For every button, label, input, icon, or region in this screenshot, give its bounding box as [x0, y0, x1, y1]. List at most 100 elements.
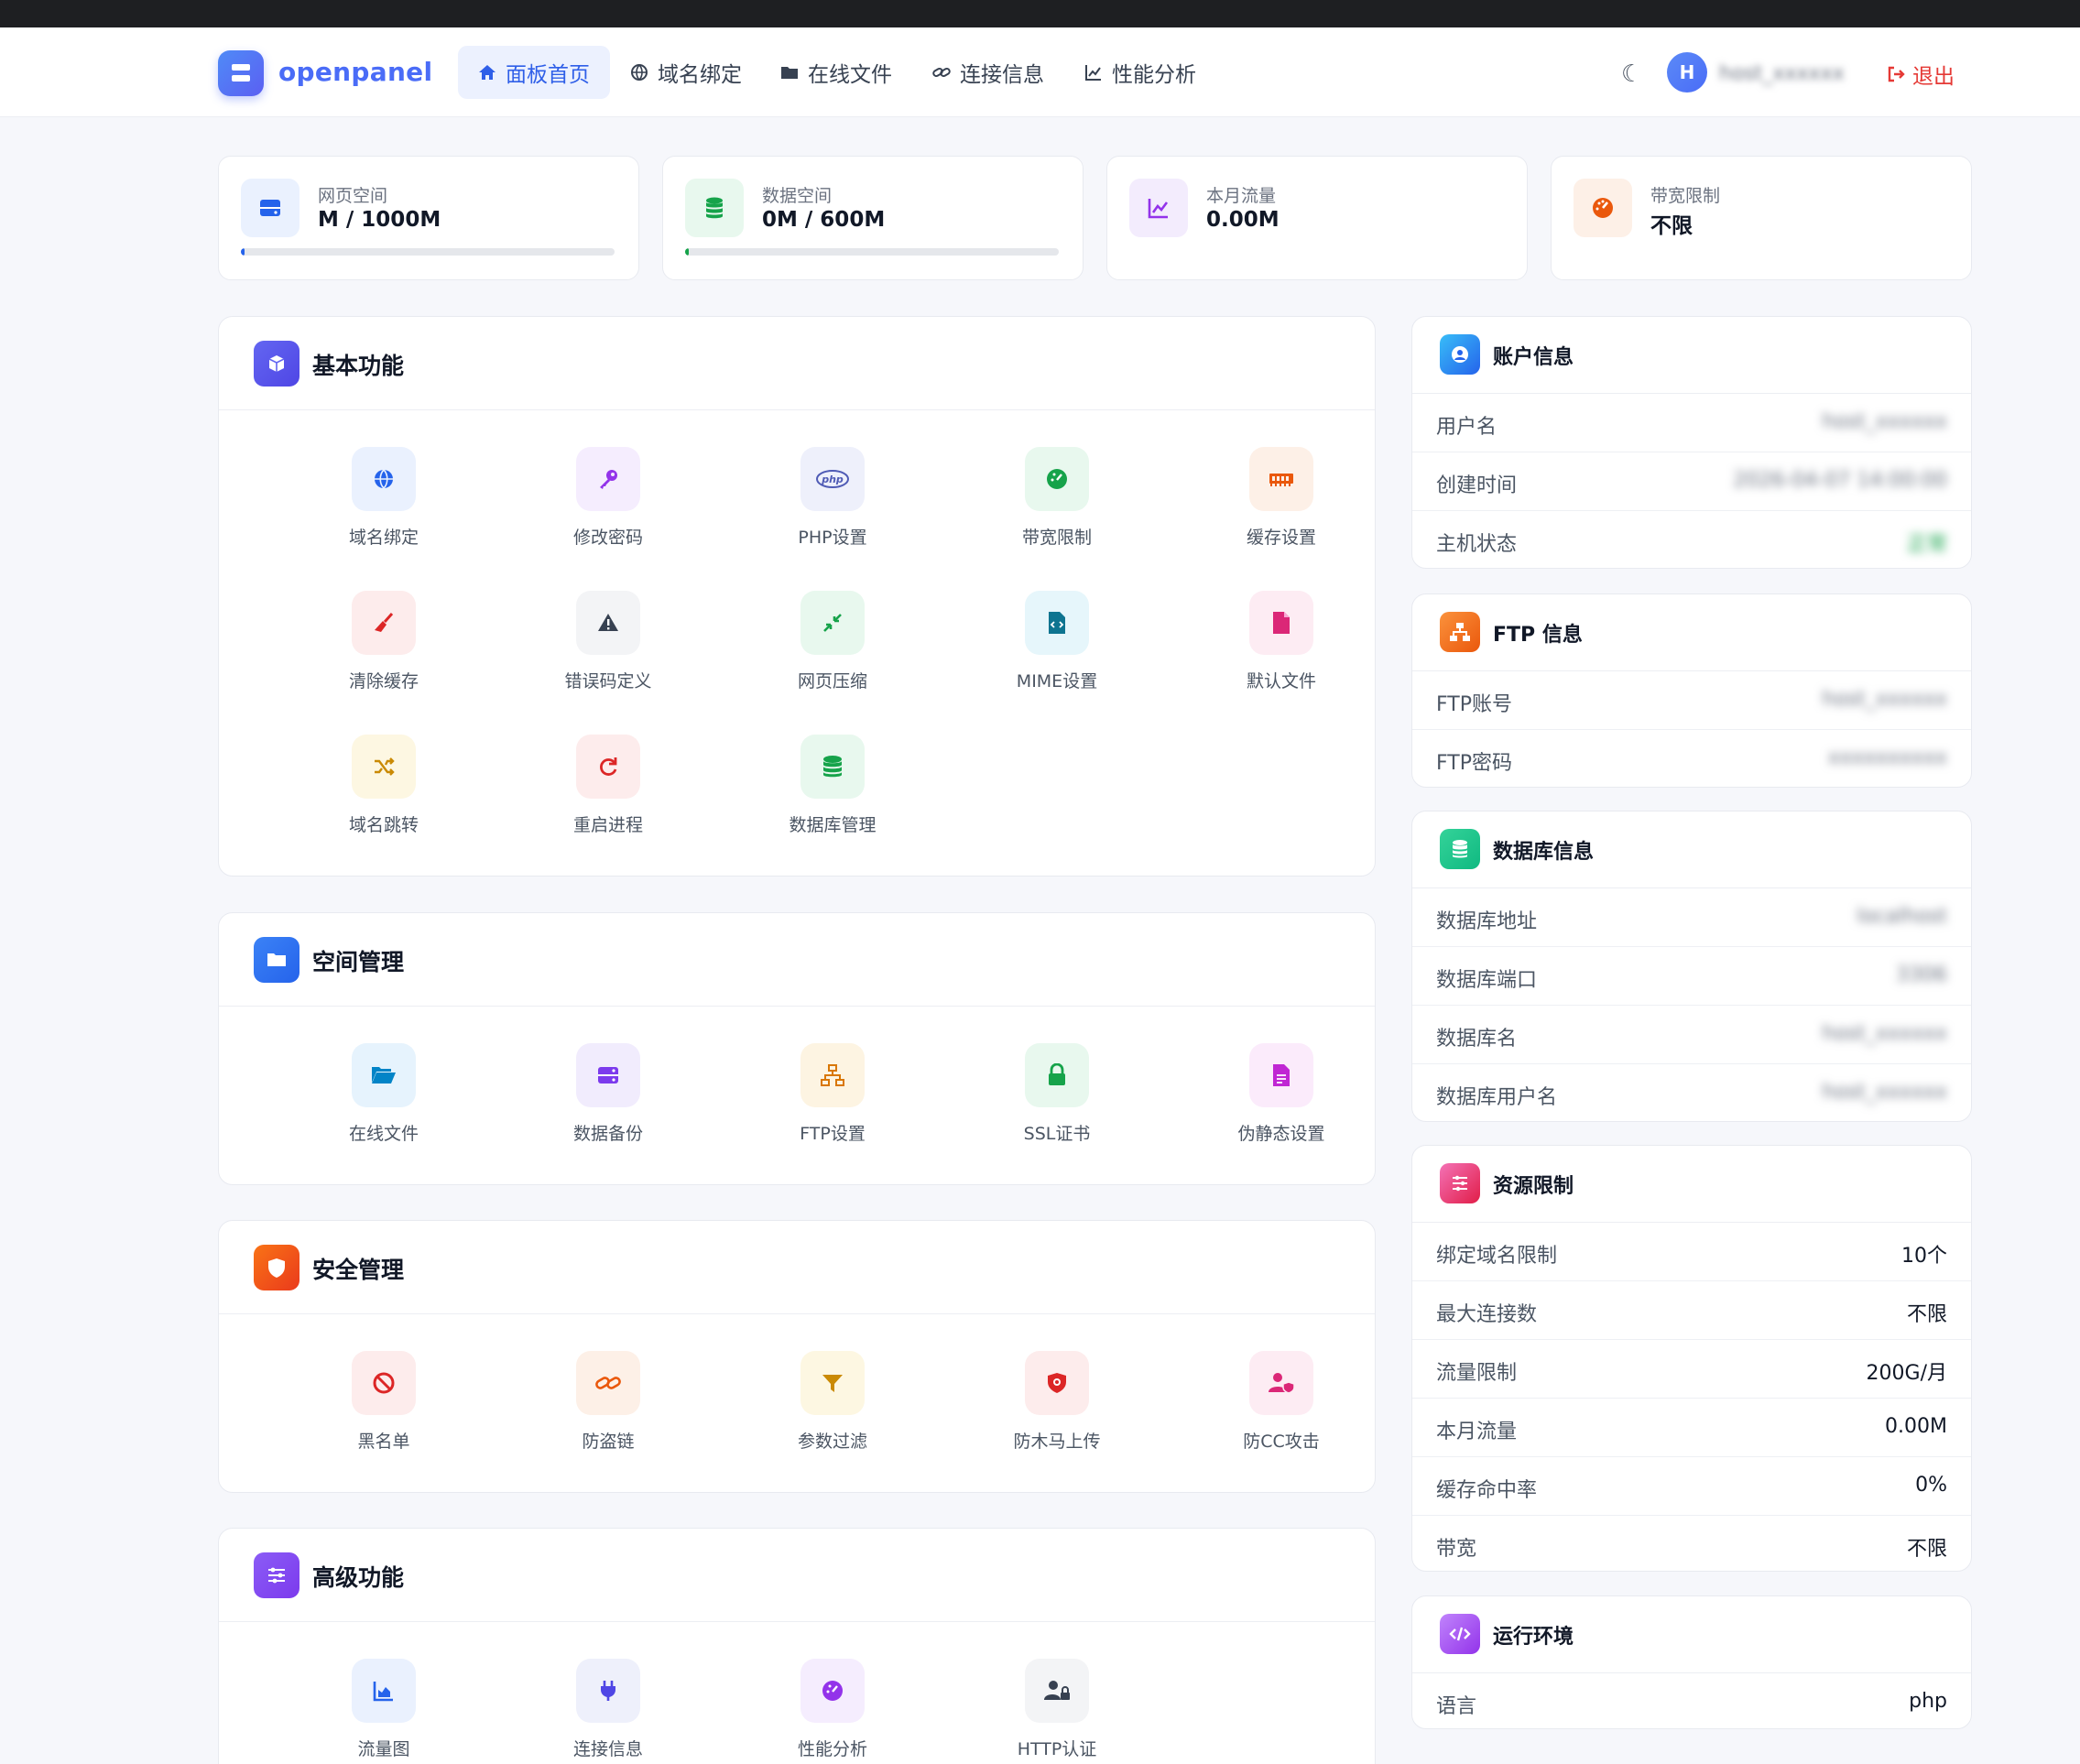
- logout-icon: [1888, 66, 1905, 82]
- tile-clear-cache[interactable]: 清除缓存: [262, 554, 486, 691]
- row-value: host_xxxxxx: [1822, 1022, 1947, 1045]
- user-lock-icon: [1025, 1659, 1089, 1723]
- card-title: FTP 信息: [1493, 624, 1583, 647]
- card-title: 安全管理: [312, 1257, 405, 1283]
- gauge-icon: [800, 1659, 865, 1723]
- tile-restart-process[interactable]: 重启进程: [486, 698, 711, 835]
- shuffle-icon: [352, 735, 416, 799]
- tile-label: 在线文件: [348, 1124, 419, 1144]
- info-row: 数据库端口 3306: [1412, 947, 1971, 1006]
- tile-label: 防木马上传: [1013, 1432, 1101, 1452]
- tile-blacklist[interactable]: 黑名单: [262, 1314, 486, 1452]
- row-key: FTP密码: [1436, 752, 1512, 775]
- nav-item-domain[interactable]: 域名绑定: [610, 46, 762, 99]
- warning-icon: [576, 591, 640, 655]
- moon-icon[interactable]: ☾: [1621, 60, 1642, 88]
- info-row: 数据库用户名 host_xxxxxx: [1412, 1064, 1971, 1121]
- info-row: 本月流量 0.00M: [1412, 1399, 1971, 1457]
- tile-label: HTTP认证: [1017, 1739, 1097, 1759]
- folder-icon: [781, 67, 798, 79]
- nav-item-files[interactable]: 在线文件: [760, 46, 912, 99]
- username-label[interactable]: host_xxxxxx: [1719, 62, 1845, 85]
- space-management-card: 空间管理 在线文件 数据备份 FTP设置 SSL证书 伪静态设置: [218, 912, 1376, 1185]
- tile-bandwidth-limit[interactable]: 带宽限制: [935, 410, 1160, 548]
- tile-param-filter[interactable]: 参数过滤: [711, 1314, 935, 1452]
- tile-anti-cc[interactable]: 防CC攻击: [1160, 1314, 1375, 1452]
- browser-topbar: [0, 0, 2080, 27]
- tile-label: 域名绑定: [348, 528, 419, 548]
- security-management-card: 安全管理 黑名单 防盗链 参数过滤 防木马上传 防CC攻击: [218, 1220, 1376, 1493]
- tile-label: 黑名单: [357, 1432, 410, 1452]
- tile-hotlink[interactable]: 防盗链: [486, 1314, 711, 1452]
- nav-item-connection[interactable]: 连接信息: [912, 46, 1064, 99]
- tile-error-codes[interactable]: 错误码定义: [486, 554, 711, 691]
- stat-card-bandwidth: 带宽限制 不限: [1551, 156, 1972, 280]
- tile-change-password[interactable]: 修改密码: [486, 410, 711, 548]
- stat-label: 本月流量: [1206, 186, 1277, 206]
- shield-virus-icon: [1025, 1351, 1089, 1415]
- info-row: FTP密码 xxxxxxxxxx: [1412, 730, 1971, 787]
- row-value: 2026-04-07 14:00:00: [1733, 469, 1947, 492]
- row-value: 200G/月: [1866, 1362, 1947, 1385]
- tile-php-settings[interactable]: php PHP设置: [711, 410, 935, 548]
- info-row: 数据库地址 localhost: [1412, 888, 1971, 947]
- row-key: 数据库用户名: [1436, 1086, 1558, 1109]
- stat-label: 数据空间: [762, 186, 833, 206]
- tile-data-backup[interactable]: 数据备份: [486, 1007, 711, 1144]
- progress-fill: [241, 248, 245, 256]
- card-header: 空间管理: [219, 913, 1375, 1007]
- account-info-card: 账户信息 用户名 host_xxxxxx 创建时间 2026-04-07 14:00…: [1411, 316, 1972, 569]
- tile-connection-info[interactable]: 连接信息: [486, 1622, 711, 1759]
- info-row: 主机状态 正常: [1412, 511, 1971, 568]
- stat-value: 0.00M: [1206, 208, 1280, 232]
- tile-label: 数据库管理: [789, 815, 877, 835]
- basic-features-card: 基本功能 域名绑定 修改密码 php PHP设置 带宽限制 缓存设置 清除缓存: [218, 316, 1376, 877]
- card-title: 资源限制: [1493, 1175, 1574, 1198]
- refresh-icon: [576, 735, 640, 799]
- tile-domain-binding[interactable]: 域名绑定: [262, 410, 486, 548]
- tile-label: 伪静态设置: [1237, 1124, 1325, 1144]
- tile-rewrite[interactable]: 伪静态设置: [1160, 1007, 1375, 1144]
- card-header: 安全管理: [219, 1221, 1375, 1314]
- nav-item-performance[interactable]: 性能分析: [1064, 46, 1216, 99]
- tile-mime[interactable]: MIME设置: [935, 554, 1160, 691]
- tile-online-files[interactable]: 在线文件: [262, 1007, 486, 1144]
- user-shield-icon: [1249, 1351, 1313, 1415]
- info-row: 绑定域名限制 10个: [1412, 1223, 1971, 1281]
- globe-icon: [352, 447, 416, 511]
- tile-performance[interactable]: 性能分析: [711, 1622, 935, 1759]
- gauge-icon: [1574, 179, 1632, 237]
- tile-http-auth[interactable]: HTTP认证: [935, 1622, 1160, 1759]
- tile-label: 网页压缩: [797, 671, 867, 691]
- tile-label: 域名跳转: [348, 815, 419, 835]
- compress-icon: [800, 591, 865, 655]
- logo-icon[interactable]: [218, 50, 264, 96]
- info-row: 用户名 host_xxxxxx: [1412, 394, 1971, 452]
- tile-ftp-settings[interactable]: FTP设置: [711, 1007, 935, 1144]
- tile-db-management[interactable]: 数据库管理: [711, 698, 935, 835]
- sliders-icon: [1440, 1163, 1480, 1203]
- card-title: 空间管理: [312, 949, 405, 975]
- nav-item-home[interactable]: 面板首页: [458, 46, 610, 99]
- ftp-info-card: FTP 信息 FTP账号 host_xxxxxx FTP密码 xxxxxxxxxx: [1411, 593, 1972, 788]
- card-title: 运行环境: [1493, 1626, 1574, 1649]
- tile-gzip[interactable]: 网页压缩: [711, 554, 935, 691]
- tile-domain-redirect[interactable]: 域名跳转: [262, 698, 486, 835]
- tile-default-file[interactable]: 默认文件: [1160, 554, 1375, 691]
- tile-ssl[interactable]: SSL证书: [935, 1007, 1160, 1144]
- avatar[interactable]: H: [1667, 52, 1707, 93]
- row-value: 10个: [1901, 1245, 1947, 1268]
- brand-name[interactable]: openpanel: [278, 57, 432, 87]
- row-key: 带宽: [1436, 1538, 1477, 1561]
- sitemap-icon: [800, 1043, 865, 1107]
- card-title: 高级功能: [312, 1564, 405, 1591]
- folder-open-icon: [352, 1043, 416, 1107]
- row-value: php: [1909, 1690, 1947, 1713]
- tile-anti-trojan[interactable]: 防木马上传: [935, 1314, 1160, 1452]
- tile-cache-settings[interactable]: 缓存设置: [1160, 410, 1375, 548]
- tile-traffic-chart[interactable]: 流量图: [262, 1622, 486, 1759]
- chart-line-icon: [1085, 65, 1101, 81]
- file-code-icon: [1025, 591, 1089, 655]
- stat-label: 网页空间: [318, 186, 388, 206]
- logout-button[interactable]: 退出: [1887, 59, 1955, 90]
